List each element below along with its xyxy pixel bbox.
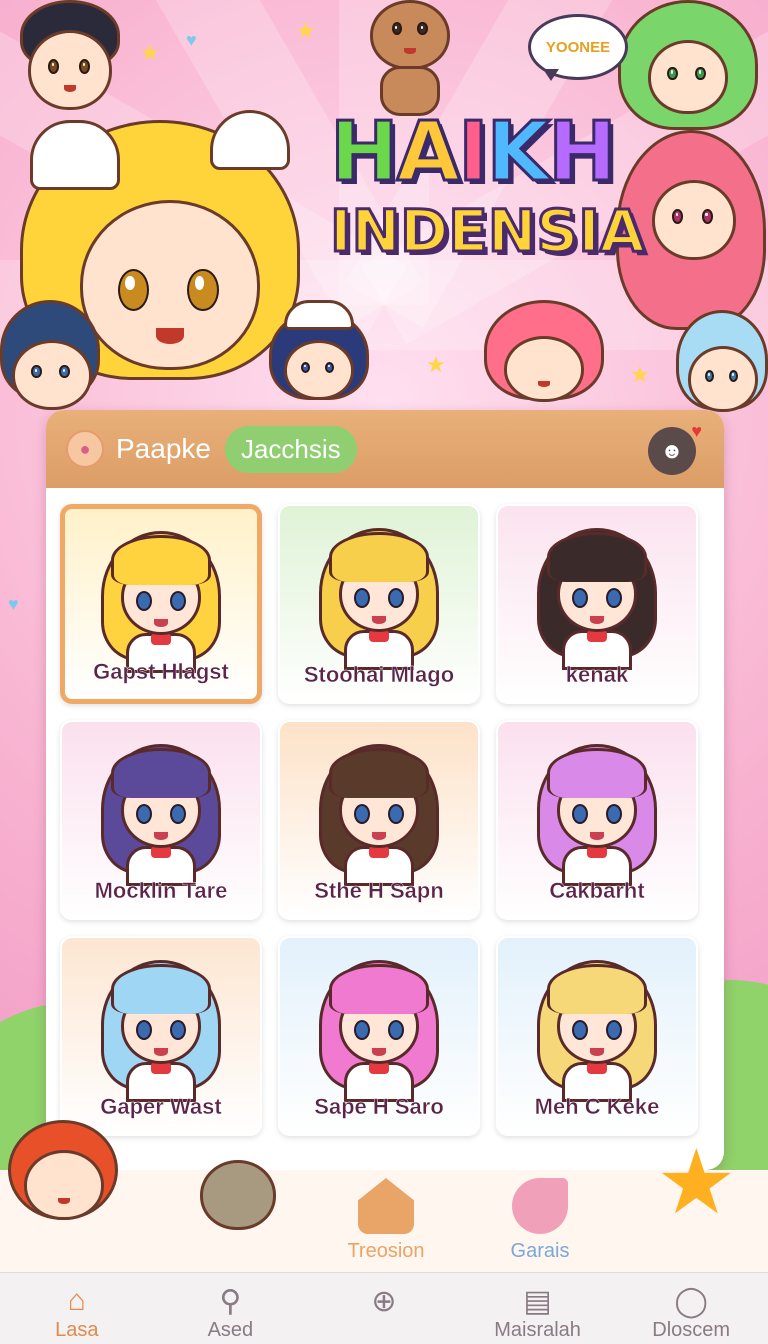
character-name: Sthe H Sapn (314, 878, 444, 903)
calendar-icon: ▤ (523, 1284, 552, 1318)
title-letter: H (329, 105, 401, 200)
character-name: Cakbarht (549, 878, 645, 903)
title-letter: I (457, 105, 490, 200)
title-letter: A (395, 105, 462, 200)
tab-label: Ased (207, 1319, 254, 1341)
panel-header: ● Paapke Jacchsis ☻ (46, 410, 724, 488)
home-icon: ⌂ (67, 1284, 86, 1317)
star-icon: ★ (630, 362, 650, 387)
tab-dloscem[interactable]: ◯ Dloscem (614, 1273, 768, 1344)
character-name: Meh C Keke (534, 1094, 660, 1119)
character-card[interactable]: Cakbarht (496, 720, 698, 920)
character-card[interactable]: Meh C Keke (496, 936, 698, 1136)
character-card[interactable]: Gaper Wast (60, 936, 262, 1136)
subnav-label: Treosion (347, 1240, 425, 1262)
character-card[interactable]: kenak (496, 504, 698, 704)
character-card[interactable]: Sape H Saro (278, 936, 480, 1136)
tab-ased[interactable]: ⚲ Ased (154, 1273, 308, 1344)
add-icon: ⊕ (371, 1284, 397, 1318)
character-card[interactable]: Gapst Hlagst (60, 504, 262, 704)
chibi-character (264, 300, 374, 410)
house-icon (358, 1178, 414, 1234)
character-portrait (96, 521, 226, 673)
profile-avatar-icon[interactable]: ☻ (648, 421, 702, 475)
character-name: kenak (565, 662, 629, 687)
character-portrait (314, 518, 444, 670)
tab-active[interactable]: Jacchsis (224, 425, 357, 473)
heart-icon: ♥ (8, 594, 19, 614)
character-portrait (96, 734, 226, 886)
title-letter: K (485, 105, 552, 200)
tab-label: Lasa (55, 1319, 99, 1341)
character-portrait (532, 734, 662, 886)
character-card[interactable]: Stoohai Mlago (278, 504, 480, 704)
chibi-character (612, 0, 762, 140)
paint-icon (512, 1178, 568, 1234)
tab-maisralah[interactable]: ▤ Maisralah (461, 1273, 615, 1344)
character-portrait (96, 950, 226, 1102)
character-name: Mocklin Tare (94, 878, 228, 903)
chibi-character (200, 1160, 280, 1260)
character-name: Stoohai Mlago (303, 662, 455, 687)
game-title-line1: HAIKH (329, 110, 630, 195)
character-name: Gapst Hlagst (93, 659, 229, 684)
star-icon: ★ (296, 18, 316, 43)
sub-navigation: Treosion Garais ★ (0, 1120, 768, 1272)
chibi-character (484, 300, 604, 410)
character-name: Gaper Wast (100, 1094, 222, 1119)
subnav-label: Garais (510, 1240, 570, 1262)
character-card[interactable]: Mocklin Tare (60, 720, 262, 920)
character-portrait (532, 518, 662, 670)
character-select-panel: ● Paapke Jacchsis ☻ Gapst Hlagst Stoohai … (46, 410, 724, 1170)
game-title: HAIKH INDENSIA (329, 110, 647, 265)
subnav-item-treosion[interactable]: Treosion (326, 1178, 446, 1263)
chibi-character (8, 1120, 128, 1270)
character-grid: Gapst Hlagst Stoohai Mlago kenak Mocklin Ta… (54, 504, 718, 1136)
search-icon: ⚲ (219, 1284, 242, 1318)
character-portrait (314, 734, 444, 886)
tab-add[interactable]: ⊕ (307, 1273, 461, 1344)
character-portrait (314, 950, 444, 1102)
game-title-line2: INDENSIA (329, 197, 647, 265)
character-portrait (532, 950, 662, 1102)
star-icon: ★ (140, 40, 160, 65)
heart-icon: ♥ (186, 30, 197, 50)
tab-label: Maisralah (494, 1319, 581, 1341)
star-icon: ★ (656, 1133, 737, 1233)
tab-label: Dloscem (652, 1319, 731, 1341)
subnav-item-garais[interactable]: Garais (480, 1178, 600, 1263)
chibi-character (360, 0, 460, 116)
star-icon: ★ (426, 352, 446, 377)
bottom-tab-bar: ⌂ Lasa ⚲ Ased ⊕ ▤ Maisralah ◯ Dloscem (0, 1272, 768, 1344)
brand-label: Paapke (116, 433, 211, 464)
title-letter: H (547, 105, 619, 200)
donut-logo-icon: ● (66, 430, 104, 468)
speech-bubble: YOONEE (528, 14, 628, 81)
tab-lasa[interactable]: ⌂ Lasa (0, 1273, 154, 1344)
character-name: Sape H Saro (314, 1094, 444, 1119)
character-card[interactable]: Sthe H Sapn (278, 720, 480, 920)
profile-icon: ◯ (674, 1284, 708, 1318)
